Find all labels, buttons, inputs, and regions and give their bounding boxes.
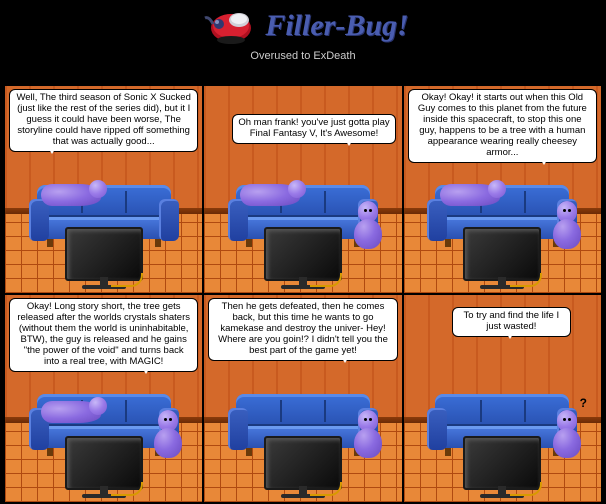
character-friend bbox=[354, 410, 382, 458]
character-friend bbox=[354, 201, 382, 249]
character-frank bbox=[440, 184, 500, 206]
comic-panel: Well, The third season of Sonic X Sucked… bbox=[5, 86, 202, 293]
comic-panel: Okay! Okay! it starts out when this Old … bbox=[404, 86, 601, 293]
title-row: Filler-Bug! bbox=[197, 4, 408, 48]
comic-panel: Okay! Long story short, the tree gets re… bbox=[5, 295, 202, 502]
question-mark: ? bbox=[580, 396, 587, 410]
character-frank bbox=[41, 401, 101, 423]
comic-panel: Oh man frank! you've just gotta play Fin… bbox=[204, 86, 401, 293]
speech-bubble: To try and find the life I just wasted! bbox=[452, 307, 571, 337]
bug-logo-icon bbox=[197, 4, 257, 48]
tv bbox=[59, 227, 149, 289]
speech-bubble: Oh man frank! you've just gotta play Fin… bbox=[232, 114, 395, 144]
tv bbox=[258, 436, 348, 498]
character-friend bbox=[154, 410, 182, 458]
comic-panel: To try and find the life I just wasted!? bbox=[404, 295, 601, 502]
comic-grid: Well, The third season of Sonic X Sucked… bbox=[3, 84, 603, 504]
speech-bubble: Then he gets defeated, then he comes bac… bbox=[208, 298, 397, 361]
character-friend bbox=[553, 201, 581, 249]
comic-panel: Then he gets defeated, then he comes bac… bbox=[204, 295, 401, 502]
tv bbox=[457, 436, 547, 498]
tv bbox=[457, 227, 547, 289]
comic-title: Filler-Bug! bbox=[265, 9, 408, 43]
comic-subtitle: Overused to ExDeath bbox=[250, 50, 355, 62]
speech-bubble: Okay! Okay! it starts out when this Old … bbox=[408, 89, 597, 163]
character-frank bbox=[41, 184, 101, 206]
speech-bubble: Okay! Long story short, the tree gets re… bbox=[9, 298, 198, 372]
header: Filler-Bug! Overused to ExDeath bbox=[0, 0, 606, 82]
tv bbox=[59, 436, 149, 498]
tv bbox=[258, 227, 348, 289]
character-frank bbox=[240, 184, 300, 206]
speech-bubble: Well, The third season of Sonic X Sucked… bbox=[9, 89, 198, 152]
character-friend bbox=[553, 410, 581, 458]
